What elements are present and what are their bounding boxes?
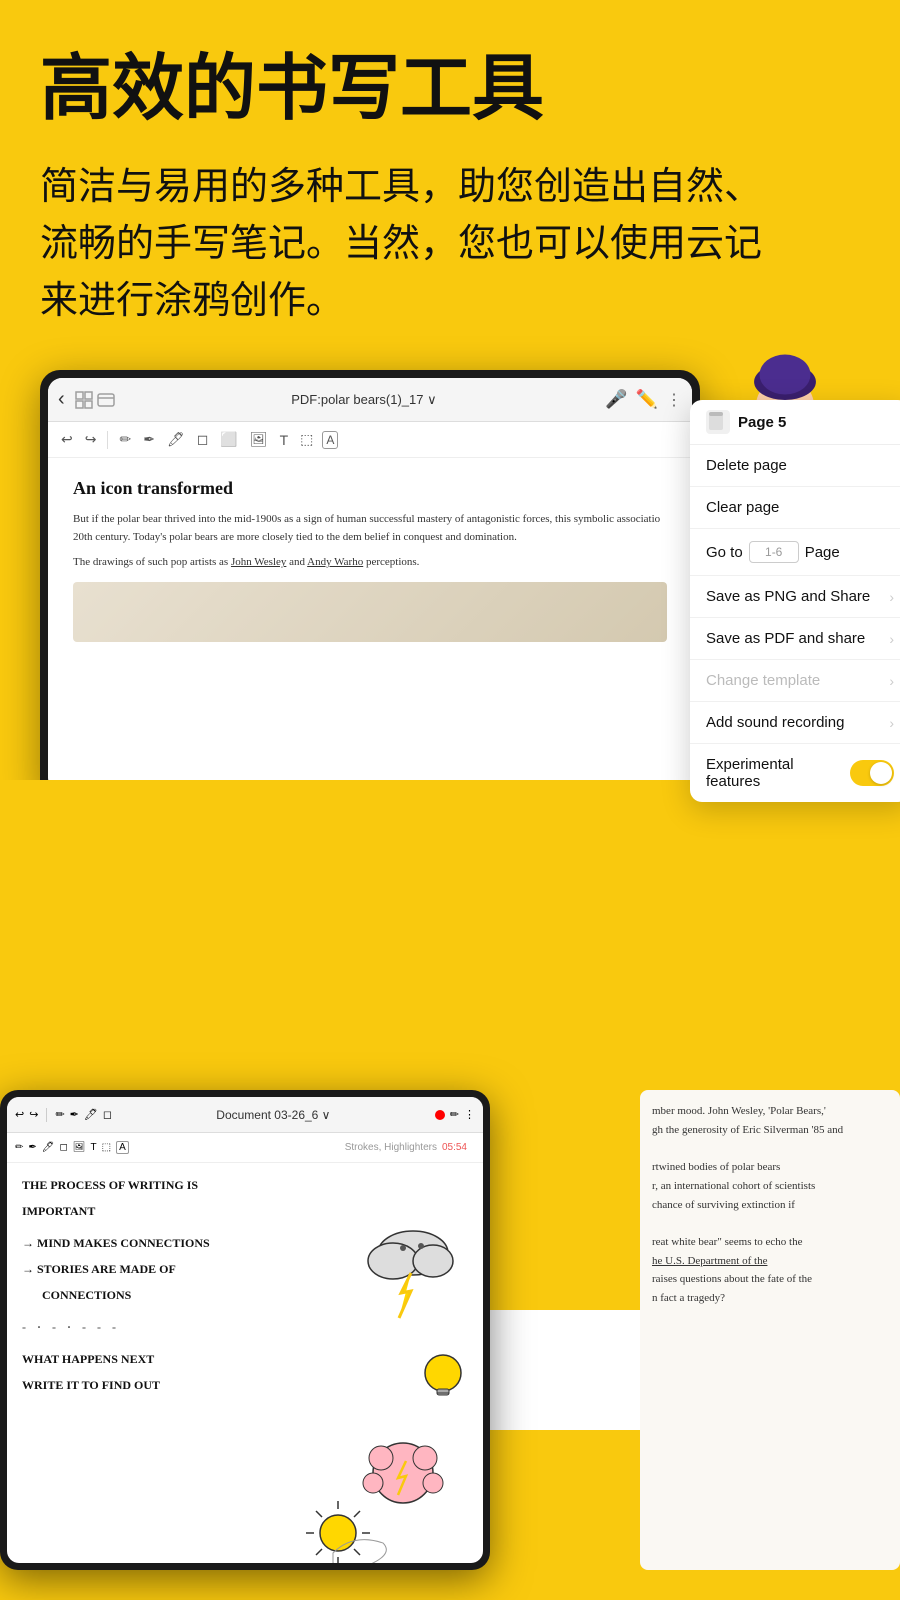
chevron-icon: › (889, 631, 894, 647)
chevron-icon: › (889, 589, 894, 605)
img-3[interactable]: 🖼 (73, 1142, 86, 1153)
mic-icon[interactable]: 🎤 (605, 389, 627, 410)
main-tablet: ‹ PDF:polar bears(1)_17 ∨ 🎤 ✏️ ⋮ (40, 370, 700, 800)
lnk-3[interactable]: ⬚ (102, 1142, 111, 1153)
chevron-icon: › (889, 715, 894, 731)
toggle-thumb (870, 762, 892, 784)
back-button[interactable]: ‹ (58, 388, 65, 411)
experimental-toggle[interactable] (850, 760, 894, 786)
eraser-3[interactable]: ◻ (59, 1142, 67, 1153)
delete-page-label: Delete page (706, 457, 787, 474)
edit-btn-2[interactable]: ✏ (450, 1108, 459, 1121)
pen-2[interactable]: ✏ (55, 1108, 64, 1121)
menu-clear-page[interactable]: Clear page (690, 487, 900, 529)
experimental-label: Experimental features (706, 756, 850, 790)
hl-2[interactable]: 🖊 (84, 1108, 98, 1121)
right-panel-text: mber mood. John Wesley, 'Polar Bears,' g… (652, 1102, 888, 1308)
hl-3[interactable]: 🖊 (42, 1142, 55, 1153)
brush-2[interactable]: ✒ (70, 1108, 79, 1121)
font-tool[interactable]: A (322, 431, 338, 449)
change-template-label: Change template (706, 672, 820, 689)
pen-3[interactable]: ✏ (15, 1142, 23, 1153)
menu-page-title: Page 5 (738, 414, 786, 431)
dept-text: he U.S. Department of the (652, 1252, 888, 1271)
context-menu: Page 5 Delete page Clear page Go to Page… (690, 400, 900, 802)
right-content-panel: mber mood. John Wesley, 'Polar Bears,' g… (640, 1090, 900, 1570)
menu-experimental[interactable]: Experimental features (690, 744, 900, 802)
doc-image (73, 582, 667, 642)
pencil-icon[interactable]: ✏️ (636, 389, 658, 410)
hero-description: 简洁与易用的多种工具，助您创造出自然、流畅的手写笔记。当然，您也可以使用云记来进… (40, 159, 790, 330)
eraser-tool[interactable]: ◻ (194, 429, 212, 450)
more-button[interactable]: ⋮ (666, 390, 682, 410)
menu-header: Page 5 (690, 400, 900, 445)
txt-3[interactable]: T (91, 1142, 97, 1153)
article-title: An icon transformed (73, 478, 667, 499)
page-icon (706, 410, 730, 434)
highlighter-tool[interactable]: 🖊 (164, 429, 188, 450)
page-label: Page (805, 544, 840, 561)
second-drawing-toolbar: ✏ ✒ 🖊 ◻ 🖼 T ⬚ A Strokes, Highlighters 05… (7, 1133, 483, 1163)
save-png-label: Save as PNG and Share (706, 588, 870, 605)
menu-add-sound[interactable]: Add sound recording › (690, 702, 900, 744)
save-pdf-label: Save as PDF and share (706, 630, 865, 647)
notebook-content: The Process of Writing is Important → Mi… (7, 1163, 483, 1563)
redo-button[interactable]: ↪ (82, 429, 100, 450)
hero-section: 高效的书写工具 简洁与易用的多种工具，助您创造出自然、流畅的手写笔记。当然，您也… (0, 0, 900, 350)
undo-button[interactable]: ↩ (58, 429, 76, 450)
menu-goto: Go to Page (690, 529, 900, 576)
redo-btn-2[interactable]: ↪ (29, 1108, 38, 1121)
doc-title[interactable]: PDF:polar bears(1)_17 ∨ (129, 392, 599, 408)
page-input[interactable] (749, 541, 799, 563)
notebook-doodles (303, 1173, 473, 1563)
undo-btn-2[interactable]: ↩ (15, 1108, 24, 1121)
drawing-toolbar: ↩ ↪ ✏ ✒ 🖊 ◻ ⬜ 🖼 T ⬚ A (48, 422, 692, 458)
text-tool[interactable]: T (277, 430, 292, 450)
hero-title: 高效的书写工具 (40, 50, 860, 129)
menu-delete-page[interactable]: Delete page (690, 445, 900, 487)
lower-area: ↩ ↪ ✏ ✒ 🖊 ◻ Document 03-26_6 ∨ ✏ ⋮ ✏ ✒ 🖊… (0, 780, 900, 1300)
more-btn-2[interactable]: ⋮ (464, 1108, 475, 1121)
doc-content: An icon transformed But if the polar bea… (48, 458, 692, 662)
record-indicator (435, 1110, 445, 1120)
clear-page-label: Clear page (706, 499, 779, 516)
pen-tool[interactable]: ✏ (116, 429, 134, 450)
menu-change-template[interactable]: Change template › (690, 660, 900, 702)
link-tool[interactable]: ⬚ (297, 429, 316, 450)
select-tool[interactable]: ⬜ (217, 429, 240, 450)
tablet-toolbar: ‹ PDF:polar bears(1)_17 ∨ 🎤 ✏️ ⋮ (48, 378, 692, 422)
second-tablet: ↩ ↪ ✏ ✒ 🖊 ◻ Document 03-26_6 ∨ ✏ ⋮ ✏ ✒ 🖊… (0, 1090, 490, 1570)
menu-save-png[interactable]: Save as PNG and Share › (690, 576, 900, 618)
second-doc-title[interactable]: Document 03-26_6 ∨ (117, 1108, 430, 1122)
chevron-icon: › (889, 673, 894, 689)
strokes-label: Strokes, Highlighters (345, 1142, 437, 1153)
goto-label: Go to (706, 544, 743, 561)
add-sound-label: Add sound recording (706, 714, 844, 731)
tablet-area: ‹ PDF:polar bears(1)_17 ∨ 🎤 ✏️ ⋮ (0, 370, 900, 850)
brush-3[interactable]: ✒ (28, 1142, 36, 1153)
image-tool[interactable]: 🖼 (247, 429, 271, 450)
menu-save-pdf[interactable]: Save as PDF and share › (690, 618, 900, 660)
article-body: But if the polar bear thrived into the m… (73, 511, 667, 572)
timer-label: 05:54 (442, 1142, 475, 1153)
second-toolbar: ↩ ↪ ✏ ✒ 🖊 ◻ Document 03-26_6 ∨ ✏ ⋮ (7, 1097, 483, 1133)
font-3[interactable]: A (116, 1141, 129, 1154)
toolbar-right: 🎤 ✏️ ⋮ (605, 389, 682, 410)
brush-tool[interactable]: ✒ (140, 429, 158, 450)
grid-icons (75, 391, 115, 409)
eraser-2[interactable]: ◻ (103, 1108, 112, 1121)
